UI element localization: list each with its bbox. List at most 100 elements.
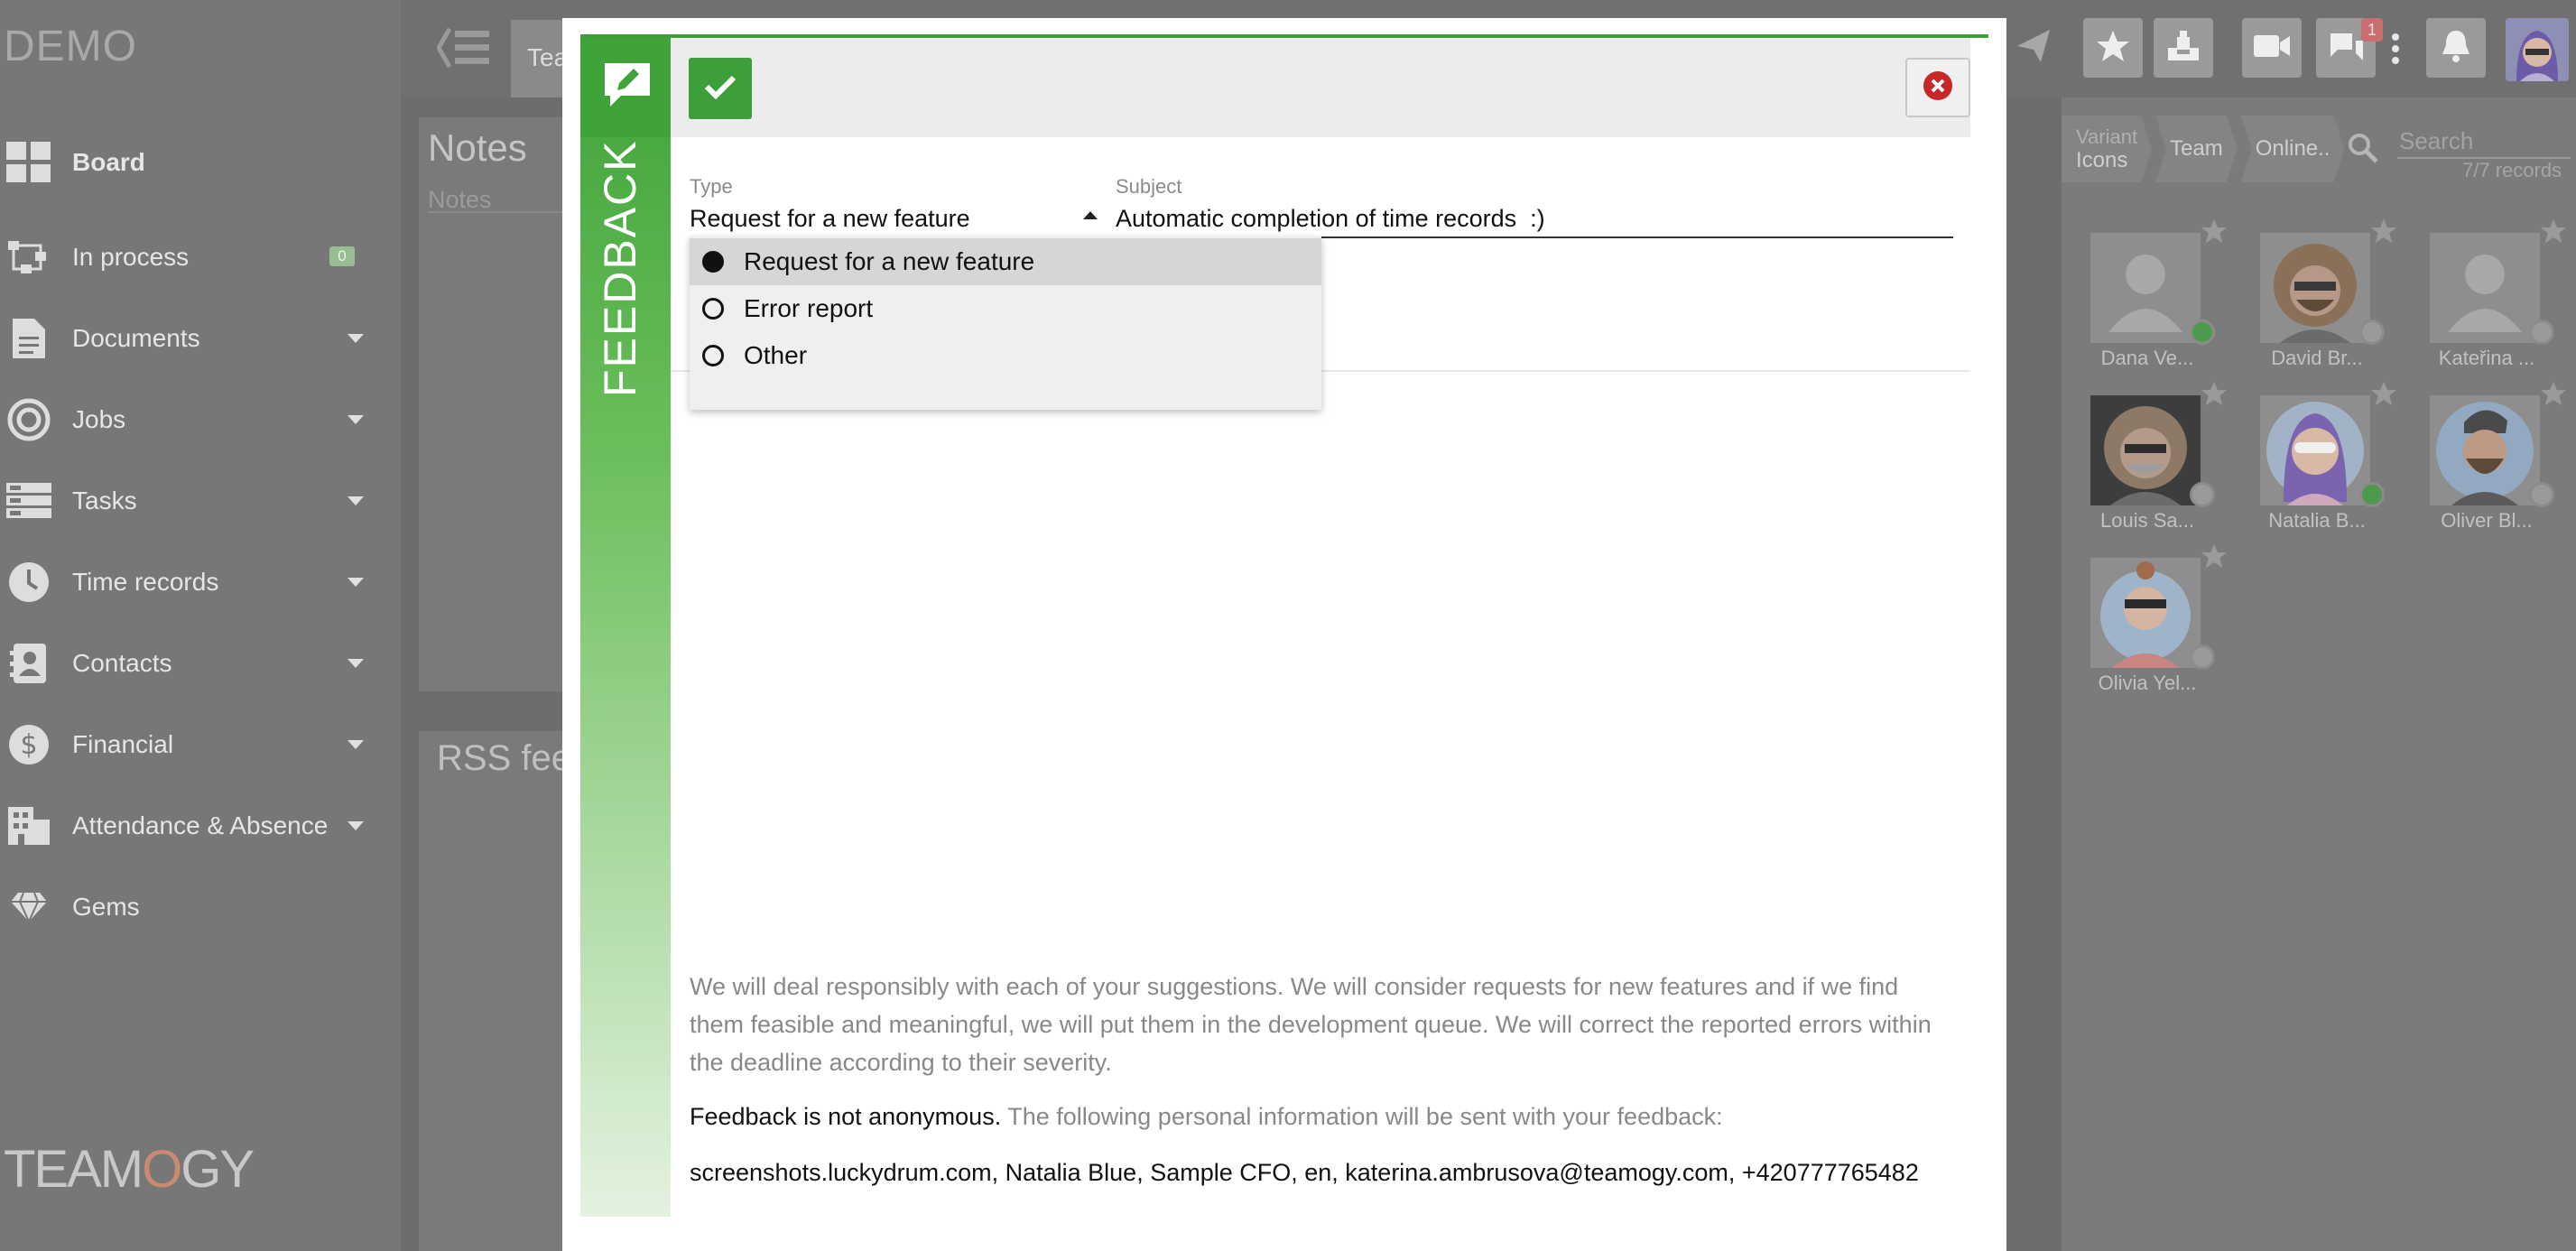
radio-selected-icon [702, 251, 724, 273]
tasks-icon [5, 477, 52, 524]
option-label: Other [744, 341, 808, 369]
breadcrumb-team[interactable]: Team [2155, 116, 2238, 182]
star-icon [2096, 30, 2130, 67]
sidebar-item-documents[interactable]: Documents [0, 302, 401, 375]
search-icon[interactable] [2347, 132, 2379, 169]
sidebar-item-label: Gems [72, 893, 140, 921]
sidebar-item-contacts[interactable]: Contacts [0, 627, 401, 700]
chevron-down-icon [347, 578, 364, 587]
building-icon [5, 802, 52, 849]
sidebar-item-gems[interactable]: Gems [0, 871, 401, 943]
send-icon [2015, 28, 2052, 69]
type-dropdown: Request for a new feature Error report O… [690, 236, 1321, 410]
star-icon[interactable] [2540, 381, 2567, 411]
chat-icon [2327, 30, 2365, 67]
avatar [2260, 233, 2370, 343]
close-icon [1923, 70, 1953, 106]
feedback-title-text: FEEDBACK [595, 139, 645, 397]
breadcrumb-team-label: Team [2170, 136, 2223, 161]
sidebar-item-label: Time records [72, 568, 219, 596]
subject-value: Automatic completion of time records :) [1116, 205, 1545, 232]
radio-empty-icon [702, 345, 724, 366]
close-button[interactable] [1905, 58, 1970, 117]
submit-feedback-button[interactable] [689, 58, 752, 119]
notes-title: Notes [428, 126, 527, 169]
contact-name: Olivia Yel... [2098, 672, 2197, 694]
sidebar-item-label: Attendance & Absence [72, 811, 329, 839]
breadcrumb-online[interactable]: Online.. [2241, 116, 2345, 182]
favorites-button[interactable] [2083, 18, 2143, 78]
breadcrumb-icons-label: Icons [2076, 148, 2128, 172]
subject-input[interactable]: Automatic completion of time records :) [1116, 200, 1953, 238]
sidebar-item-in-process[interactable]: In process 0 [0, 221, 401, 293]
send-button[interactable] [2004, 18, 2063, 78]
sidebar-item-jobs[interactable]: Jobs [0, 384, 401, 456]
sidebar-item-time-records[interactable]: Time records [0, 546, 401, 618]
teamogy-logo: TEAMOGY [4, 1140, 255, 1199]
option-other[interactable]: Other [690, 332, 1321, 379]
sidebar-item-board[interactable]: Board [0, 126, 401, 199]
avatar [2430, 395, 2540, 505]
avatar [2090, 395, 2201, 505]
inbox-button[interactable] [2154, 18, 2213, 78]
brand-title: DEMO [4, 23, 137, 70]
sidebar-item-tasks[interactable]: Tasks [0, 465, 401, 537]
option-error-report[interactable]: Error report [690, 285, 1321, 332]
anonymity-notice: Feedback is not anonymous. The following… [690, 1103, 1953, 1131]
status-offline-indicator [2529, 482, 2554, 507]
contact-name: Natalia B... [2268, 509, 2366, 532]
breadcrumb: Variant Icons Team Online.. [2062, 116, 2348, 182]
star-icon[interactable] [2201, 543, 2228, 573]
star-icon[interactable] [2201, 218, 2228, 248]
avatar [2430, 233, 2540, 343]
status-offline-indicator [2359, 320, 2385, 345]
contact-name: David Br... [2271, 347, 2363, 369]
type-select-value: Request for a new feature [690, 205, 970, 232]
sidebar-item-label: In process [72, 243, 190, 271]
message-textarea[interactable] [671, 372, 1970, 950]
star-icon[interactable] [2370, 218, 2397, 248]
sidebar-item-financial[interactable]: $ Financial [0, 709, 401, 781]
user-avatar[interactable] [2506, 18, 2569, 81]
notifications-button[interactable] [2426, 18, 2486, 78]
contacts-icon [5, 640, 52, 687]
anonymity-notice-strong: Feedback is not anonymous. [690, 1103, 1002, 1130]
dollar-icon: $ [5, 721, 52, 768]
contact-name: Kateřina ... [2438, 347, 2535, 369]
video-button[interactable] [2242, 18, 2302, 78]
subject-label: Subject [1116, 175, 1182, 198]
gem-icon [5, 884, 52, 931]
search-input[interactable] [2397, 125, 2571, 159]
breadcrumb-variant[interactable]: Variant Icons [2062, 116, 2152, 182]
status-online-indicator [2190, 320, 2215, 345]
video-icon [2253, 32, 2291, 64]
option-new-feature[interactable]: Request for a new feature [690, 238, 1321, 285]
chevron-down-icon [347, 740, 364, 749]
star-icon[interactable] [2201, 381, 2228, 411]
notes-input[interactable]: Notes [428, 186, 492, 214]
document-icon [5, 315, 52, 362]
bell-icon [2440, 29, 2472, 68]
type-select[interactable]: Request for a new feature [690, 200, 1098, 238]
collapse-menu-icon[interactable] [436, 27, 491, 73]
status-offline-indicator [2529, 320, 2554, 345]
type-label: Type [690, 175, 733, 198]
star-icon[interactable] [2370, 381, 2397, 411]
sidebar-item-label: Documents [72, 324, 200, 352]
rss-title: RSS fee [437, 738, 571, 778]
sidebar-item-attendance[interactable]: Attendance & Absence [0, 790, 401, 862]
breadcrumb-variant-label: Variant [2076, 125, 2138, 148]
chevron-down-icon [347, 821, 364, 830]
star-icon[interactable] [2540, 218, 2567, 248]
record-count: 7/7 records [2462, 159, 2562, 181]
chevron-down-icon [347, 415, 364, 424]
more-icon[interactable] [2390, 32, 2401, 70]
process-icon [5, 234, 52, 281]
feedback-info-text: We will deal responsibly with each of yo… [690, 973, 1932, 1076]
sidebar-item-label: Financial [72, 730, 174, 758]
contact-name: Louis Sa... [2100, 509, 2194, 532]
chevron-down-icon [347, 334, 364, 343]
anonymity-notice-rest: The following personal information will … [1001, 1103, 1723, 1130]
option-label: Error report [744, 294, 874, 322]
svg-text:$: $ [20, 729, 37, 761]
